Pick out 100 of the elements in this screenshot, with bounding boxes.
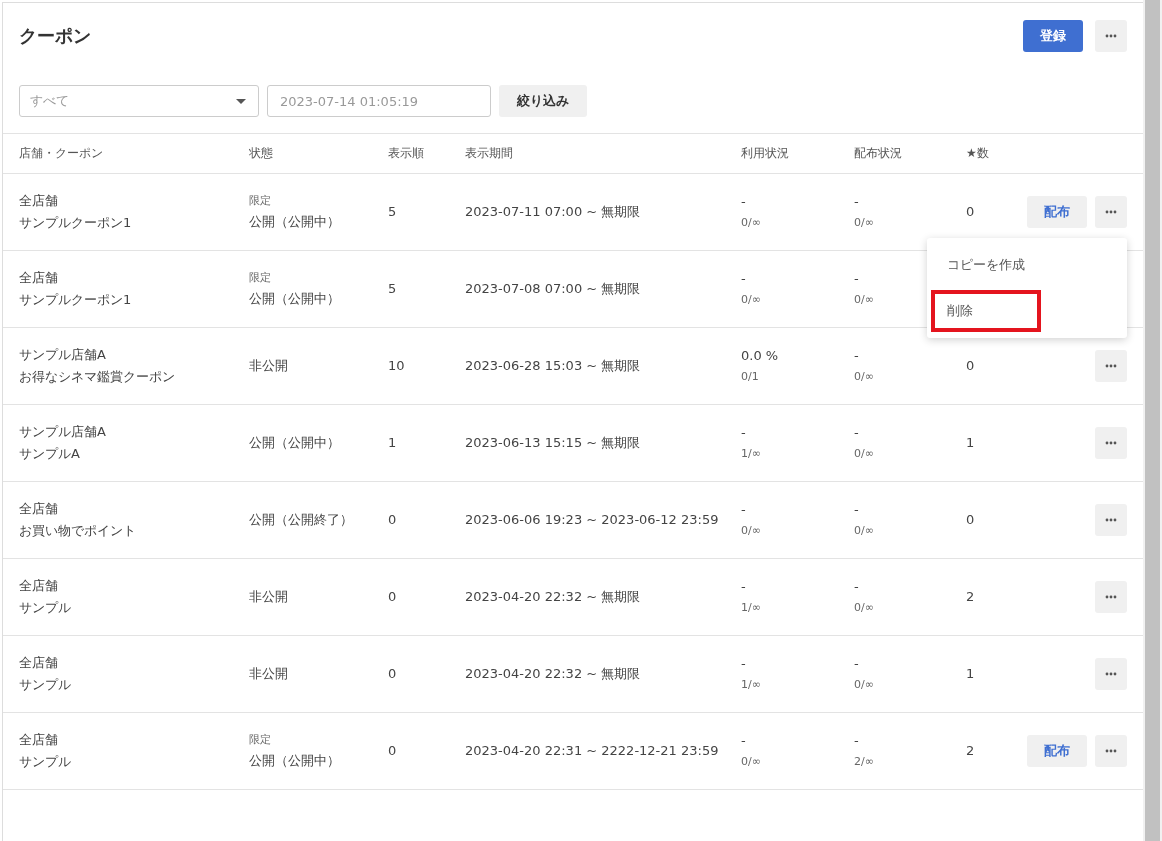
store-name: サンプル店舗A	[19, 423, 107, 441]
coupon-name: サンプル	[19, 599, 72, 617]
display-order: 1	[388, 434, 398, 452]
display-order: 0	[388, 665, 398, 683]
more-icon	[1105, 749, 1117, 753]
more-icon	[1105, 34, 1117, 38]
star-count: 0	[966, 203, 976, 221]
scrollbar-thumb[interactable]	[1145, 0, 1160, 841]
status-text: 非公開	[249, 665, 289, 683]
more-button[interactable]	[1095, 504, 1127, 536]
column-header: 表示順	[388, 145, 425, 162]
distribution-rate: -	[854, 655, 860, 673]
store-name: 全店舗	[19, 269, 59, 287]
display-order: 10	[388, 357, 406, 375]
distribute-button[interactable]: 配布	[1027, 735, 1087, 767]
display-period: 2023-04-20 22:31 ~ 2222-12-21 23:59	[465, 742, 720, 760]
display-period: 2023-06-06 19:23 ~ 2023-06-12 23:59	[465, 511, 720, 529]
usage-rate: -	[741, 424, 747, 442]
star-count: 0	[966, 511, 976, 529]
usage-count: 0/∞	[741, 523, 762, 539]
status-text: 非公開	[249, 357, 289, 375]
register-button[interactable]: 登録	[1023, 20, 1083, 52]
more-icon	[1105, 672, 1117, 676]
coupon-name: お買い物でポイント	[19, 522, 137, 540]
usage-count: 0/∞	[741, 215, 762, 231]
more-icon	[1105, 518, 1117, 522]
distribution-rate: -	[854, 732, 860, 750]
display-period: 2023-04-20 22:32 ~ 無期限	[465, 665, 642, 683]
status-text: 公開（公開中）	[249, 290, 341, 308]
display-order: 0	[388, 511, 398, 529]
status-select[interactable]: すべて	[19, 85, 259, 117]
filter-button[interactable]: 絞り込み	[499, 85, 587, 117]
usage-count: 0/∞	[741, 292, 762, 308]
status-text: 非公開	[249, 588, 289, 606]
menu-item[interactable]: コピーを作成	[931, 244, 1123, 286]
usage-rate: -	[741, 270, 747, 288]
usage-rate: -	[741, 578, 747, 596]
coupon-name: サンプル	[19, 676, 72, 694]
store-name: 全店舗	[19, 731, 59, 749]
usage-rate: -	[741, 193, 747, 211]
coupon-name: サンプルクーポン1	[19, 214, 133, 232]
usage-rate: -	[741, 732, 747, 750]
limited-label: 限定	[249, 193, 272, 209]
store-name: サンプル店舗A	[19, 346, 107, 364]
date-input-field[interactable]: 2023-07-14 01:05:19	[267, 85, 491, 117]
limited-label: 限定	[249, 270, 272, 286]
more-button[interactable]	[1095, 427, 1127, 459]
column-header: 状態	[249, 145, 274, 162]
column-header: ★数	[966, 145, 990, 162]
coupon-name: サンプルA	[19, 445, 81, 463]
distribution-rate: -	[854, 270, 860, 288]
display-order: 5	[388, 280, 398, 298]
usage-count: 1/∞	[741, 600, 762, 616]
store-name: 全店舗	[19, 654, 59, 672]
more-button[interactable]	[1095, 350, 1127, 382]
usage-count: 1/∞	[741, 446, 762, 462]
more-button[interactable]	[1095, 20, 1127, 52]
column-header: 配布状況	[854, 145, 903, 162]
star-count: 2	[966, 742, 976, 760]
caret-icon	[236, 98, 246, 104]
distribution-count: 0/∞	[854, 600, 875, 616]
distribution-rate: -	[854, 347, 860, 365]
display-order: 0	[388, 588, 398, 606]
status-text: 公開（公開中）	[249, 752, 341, 770]
more-button[interactable]	[1095, 196, 1127, 228]
select-value: すべて	[30, 92, 69, 110]
display-period: 2023-04-20 22:32 ~ 無期限	[465, 588, 642, 606]
distribute-button[interactable]: 配布	[1027, 196, 1087, 228]
display-period: 2023-07-11 07:00 ~ 無期限	[465, 203, 642, 221]
coupon-name: お得なシネマ鑑賞クーポン	[19, 368, 176, 386]
more-icon	[1105, 441, 1117, 445]
distribution-rate: -	[854, 193, 860, 211]
limited-label: 限定	[249, 732, 272, 748]
more-icon	[1105, 364, 1117, 368]
column-header: 表示期間	[465, 145, 514, 162]
store-name: 全店舗	[19, 577, 59, 595]
store-name: 全店舗	[19, 192, 59, 210]
distribution-count: 0/∞	[854, 677, 875, 693]
coupon-name: サンプル	[19, 753, 72, 771]
usage-count: 1/∞	[741, 677, 762, 693]
column-header: 利用状況	[741, 145, 790, 162]
display-period: 2023-06-28 15:03 ~ 無期限	[465, 357, 642, 375]
status-text: 公開（公開中）	[249, 434, 341, 452]
more-icon	[1105, 210, 1117, 214]
more-button[interactable]	[1095, 581, 1127, 613]
display-period: 2023-06-13 15:15 ~ 無期限	[465, 434, 642, 452]
distribution-rate: -	[854, 501, 860, 519]
distribution-count: 0/∞	[854, 292, 875, 308]
display-period: 2023-07-08 07:00 ~ 無期限	[465, 280, 642, 298]
distribution-count: 0/∞	[854, 446, 875, 462]
status-text: 公開（公開中）	[249, 213, 341, 231]
distribution-count: 2/∞	[854, 754, 875, 770]
star-count: 0	[966, 357, 976, 375]
star-count: 1	[966, 434, 976, 452]
distribution-count: 0/∞	[854, 369, 875, 385]
store-name: 全店舗	[19, 500, 59, 518]
star-count: 1	[966, 665, 976, 683]
menu-item[interactable]: 削除	[931, 290, 1041, 332]
more-button[interactable]	[1095, 658, 1127, 690]
more-button[interactable]	[1095, 735, 1127, 767]
